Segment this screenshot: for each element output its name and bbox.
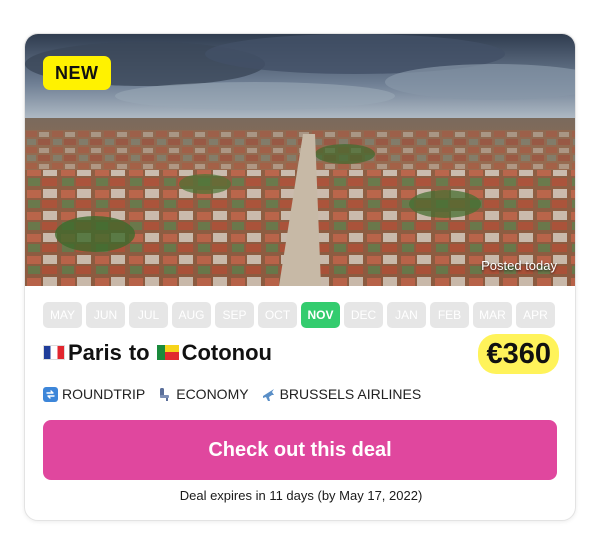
month-sep[interactable]: SEP bbox=[215, 302, 254, 328]
month-dec[interactable]: DEC bbox=[344, 302, 383, 328]
origin-city: Paris bbox=[68, 340, 122, 365]
deal-card[interactable]: NEW Posted today MAY JUN JUL AUG SEP OCT… bbox=[24, 33, 576, 521]
posted-date: Posted today bbox=[481, 258, 557, 273]
trip-type-label: ROUNDTRIP bbox=[62, 386, 146, 402]
month-nov[interactable]: NOV bbox=[301, 302, 340, 328]
destination-city: Cotonou bbox=[181, 340, 272, 365]
month-jun[interactable]: JUN bbox=[86, 302, 125, 328]
month-feb[interactable]: FEB bbox=[430, 302, 469, 328]
roundtrip-arrows-icon bbox=[43, 386, 58, 402]
new-badge: NEW bbox=[43, 56, 111, 90]
deal-price: €360 bbox=[478, 334, 559, 374]
month-aug[interactable]: AUG bbox=[172, 302, 211, 328]
destination-photo[interactable]: NEW Posted today bbox=[25, 34, 575, 286]
trip-type: ROUNDTRIP bbox=[43, 386, 145, 402]
month-oct[interactable]: OCT bbox=[258, 302, 297, 328]
airline: BRUSSELS AIRLINES bbox=[261, 386, 422, 402]
route-title: Paris to Cotonou bbox=[43, 340, 272, 366]
month-jan[interactable]: JAN bbox=[387, 302, 426, 328]
check-out-deal-button[interactable]: Check out this deal bbox=[43, 420, 557, 480]
month-jul[interactable]: JUL bbox=[129, 302, 168, 328]
seat-icon bbox=[157, 387, 172, 402]
month-may[interactable]: MAY bbox=[43, 302, 82, 328]
france-flag-icon bbox=[43, 344, 65, 360]
deal-meta: ROUNDTRIP ECONOMY BRUSSELS AIRLINES bbox=[43, 386, 421, 402]
benin-flag-icon bbox=[156, 344, 179, 360]
month-mar[interactable]: MAR bbox=[473, 302, 512, 328]
route-connector: to bbox=[128, 340, 150, 365]
month-apr[interactable]: APR bbox=[516, 302, 555, 328]
airline-label: BRUSSELS AIRLINES bbox=[279, 386, 422, 402]
cabin-class-label: ECONOMY bbox=[176, 386, 249, 402]
cabin-class: ECONOMY bbox=[157, 386, 249, 402]
month-selector: MAY JUN JUL AUG SEP OCT NOV DEC JAN FEB … bbox=[43, 302, 555, 328]
airplane-icon bbox=[261, 387, 276, 402]
deal-expiry: Deal expires in 11 days (by May 17, 2022… bbox=[179, 488, 423, 503]
